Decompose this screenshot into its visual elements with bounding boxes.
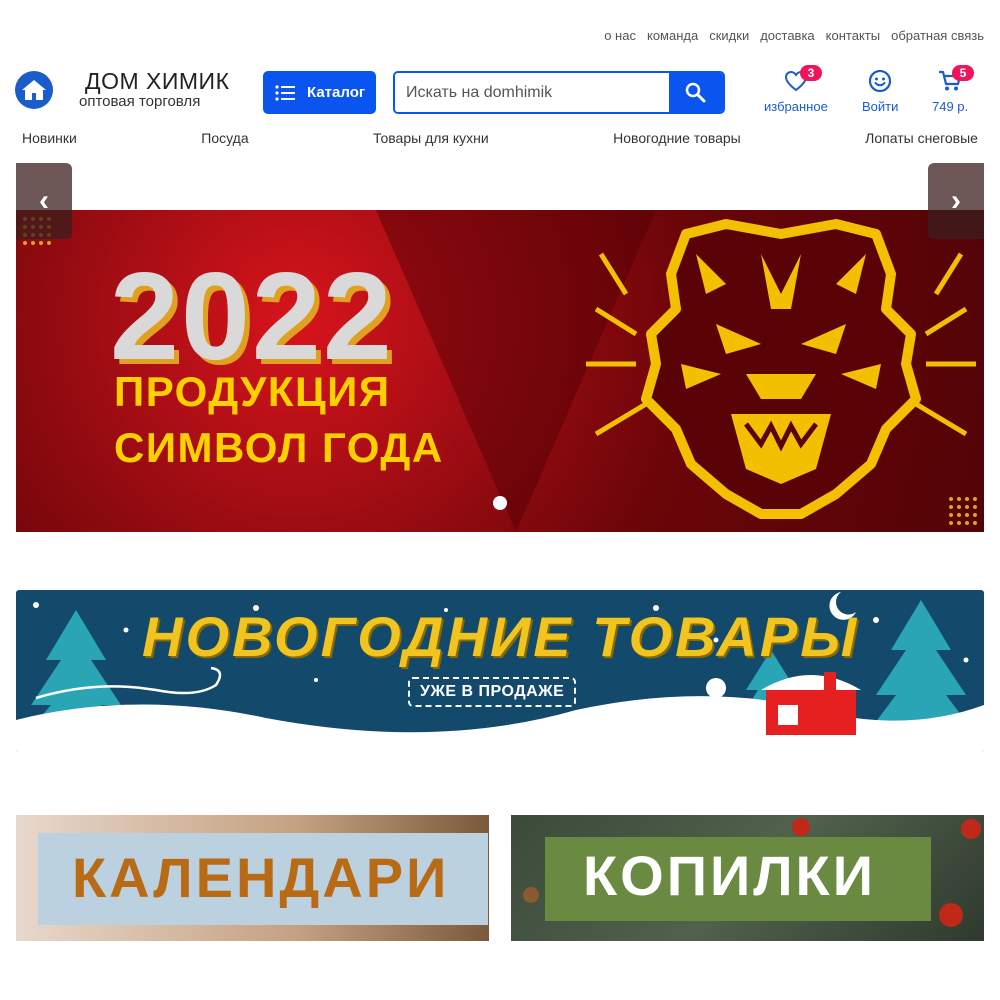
catalog-label: Каталог xyxy=(307,84,366,101)
favorites-count-badge: 3 xyxy=(800,65,822,81)
login-label: Войти xyxy=(862,99,899,114)
cart-count-badge: 5 xyxy=(952,65,974,81)
card-title-piggy-banks: КОПИЛКИ xyxy=(583,844,876,907)
slider-next-button[interactable]: › xyxy=(928,163,984,239)
top-link-feedback[interactable]: обратная связь xyxy=(891,28,984,43)
top-link-discounts[interactable]: скидки xyxy=(709,28,749,43)
search-input[interactable] xyxy=(395,73,669,112)
favorites-label: избранное xyxy=(764,99,828,114)
slider-dot-active[interactable] xyxy=(493,496,507,510)
house-icon xyxy=(15,70,53,109)
logo-subtitle: оптовая торговля xyxy=(79,93,201,110)
cart-total: 749 р. xyxy=(932,99,969,114)
login-link[interactable]: Войти xyxy=(862,67,898,114)
nav-item-new-year[interactable]: Новогодние товары xyxy=(613,130,741,146)
new-year-subtitle: УЖЕ В ПРОДАЖЕ xyxy=(408,677,577,707)
tiger-icon xyxy=(586,219,976,519)
category-card-piggy-banks[interactable]: КОПИЛКИ xyxy=(511,815,984,941)
hero-year: 2022 xyxy=(110,248,394,386)
top-link-delivery[interactable]: доставка xyxy=(760,28,814,43)
chevron-right-icon: › xyxy=(951,184,961,217)
search-bar xyxy=(393,71,725,114)
slider-prev-button[interactable]: ‹ xyxy=(16,163,72,239)
category-nav: Новинки Посуда Товары для кухни Новогодн… xyxy=(22,130,978,146)
logo-title: ДОМ ХИМИК xyxy=(85,68,230,94)
dots-decoration xyxy=(949,497,977,525)
search-icon xyxy=(685,82,706,102)
smiley-icon xyxy=(869,69,892,93)
new-year-title: НОВОГОДНИЕ ТОВАРЫ xyxy=(142,605,860,668)
favorites-link[interactable]: 3 избранное xyxy=(764,65,828,114)
new-year-banner[interactable]: НОВОГОДНИЕ ТОВАРЫ УЖЕ В ПРОДАЖЕ xyxy=(16,590,984,752)
nav-item-new[interactable]: Новинки xyxy=(22,130,77,146)
top-link-contacts[interactable]: контакты xyxy=(826,28,880,43)
catalog-button[interactable]: Каталог xyxy=(263,71,376,114)
nav-item-kitchen[interactable]: Товары для кухни xyxy=(373,130,489,146)
hero-slide[interactable]: 2022 ПРОДУКЦИЯ СИМВОЛ ГОДА xyxy=(16,210,984,532)
nav-item-snow-shovels[interactable]: Лопаты снеговые xyxy=(865,130,978,146)
hero-line-1: ПРОДУКЦИЯ xyxy=(114,368,391,415)
search-button[interactable] xyxy=(669,73,723,112)
top-links: о нас команда скидки доставка контакты о… xyxy=(604,28,984,43)
chevron-left-icon: ‹ xyxy=(39,184,49,217)
cart-link[interactable]: 5 749 р. xyxy=(932,65,974,114)
site-logo[interactable]: ДОМ ХИМИК оптовая торговля xyxy=(15,70,229,109)
hero-line-2: СИМВОЛ ГОДА xyxy=(114,424,444,471)
nav-item-dishes[interactable]: Посуда xyxy=(201,130,248,146)
category-card-calendars[interactable]: КАЛЕНДАРИ xyxy=(16,815,489,941)
top-link-team[interactable]: команда xyxy=(647,28,698,43)
menu-list-icon xyxy=(275,84,295,101)
card-title-calendars: КАЛЕНДАРИ xyxy=(72,846,450,909)
top-link-about[interactable]: о нас xyxy=(604,28,636,43)
